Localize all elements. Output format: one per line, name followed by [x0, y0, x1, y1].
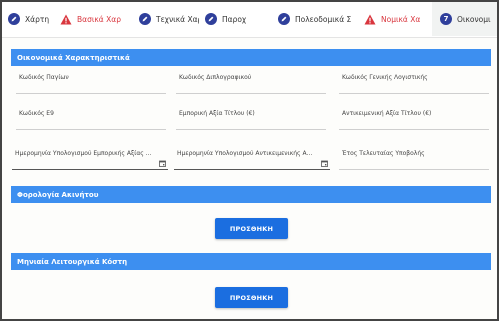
objective-value-date-field[interactable]: Ημερομηνία Υπολογισμού Αντικειμενικής Α.… [174, 148, 330, 170]
last-submission-year-field[interactable]: Έτος Τελευταίας Υποβολής [339, 148, 489, 170]
pencil-icon [8, 13, 20, 25]
section-title: Οικονομικά Χαρακτηριστικά [17, 53, 130, 62]
commercial-value-date-field[interactable]: Ημερομηνία Υπολογισμού Εμπορικής Αξίας .… [12, 148, 168, 170]
section-title: Μηνιαία Λειτουργικά Κόστη [17, 257, 128, 266]
tab-map[interactable]: Χάρτη [8, 2, 54, 36]
section-header-taxation: Φορολογία Ακινήτου [11, 186, 491, 203]
e9-code-field[interactable]: Κωδικός Ε9 [16, 108, 166, 130]
objective-title-value-field[interactable]: Αντικειμενική Αξία Τίτλου (€) [339, 108, 489, 130]
tab-financial[interactable]: 7 Οικονομι [432, 2, 497, 36]
calendar-icon[interactable] [159, 160, 166, 167]
double-entry-code-field[interactable]: Κωδικός Διπλογραφικού [176, 72, 326, 94]
tab-label: Χάρτη [25, 14, 50, 24]
warning-icon [60, 14, 72, 25]
add-monthly-cost-button[interactable]: ΠΡΟΣΘΗΚΗ [215, 287, 288, 308]
tab-legal-characteristics[interactable]: Νομικά Χαρ [364, 2, 420, 36]
warning-icon [364, 14, 376, 25]
section-title: Φορολογία Ακινήτου [17, 190, 99, 199]
tab-technical-characteristics[interactable]: Τεχνικά Χαρ [139, 2, 199, 36]
pencil-icon [278, 13, 290, 25]
section-header-monthly-costs: Μηνιαία Λειτουργικά Κόστη [11, 253, 491, 270]
section-header-financial: Οικονομικά Χαρακτηριστικά [11, 49, 491, 66]
general-ledger-code-field[interactable]: Κωδικός Γενικής Λογιστικής [339, 72, 489, 94]
tab-urban-planning[interactable]: Πολεοδομικά Σ [278, 2, 354, 36]
asset-code-field[interactable]: Κωδικός Παγίων [16, 72, 166, 94]
step-number-badge: 7 [440, 13, 452, 25]
tab-label: Βασικά Χαρ [77, 14, 121, 24]
tab-basic-characteristics[interactable]: Βασικά Χαρ [60, 2, 132, 36]
tab-label: Παροχ [222, 14, 247, 24]
tab-label: Τεχνικά Χαρ [156, 14, 199, 24]
tab-utilities[interactable]: Παροχ [205, 2, 273, 36]
tab-label: Πολεοδομικά Σ [295, 14, 352, 24]
tab-label: Νομικά Χαρ [381, 14, 420, 24]
tab-label: Οικονομι [457, 14, 491, 24]
commercial-title-value-field[interactable]: Εμπορική Αξία Τίτλου (€) [176, 108, 326, 130]
pencil-icon [139, 13, 151, 25]
pencil-icon [205, 13, 217, 25]
calendar-icon[interactable] [321, 160, 328, 167]
tab-bar: Χάρτη Βασικά Χαρ Τεχνικά Χαρ Παροχ Πολεο… [2, 2, 497, 38]
app-frame: Χάρτη Βασικά Χαρ Τεχνικά Χαρ Παροχ Πολεο… [0, 0, 499, 321]
add-taxation-button[interactable]: ΠΡΟΣΘΗΚΗ [215, 218, 288, 239]
